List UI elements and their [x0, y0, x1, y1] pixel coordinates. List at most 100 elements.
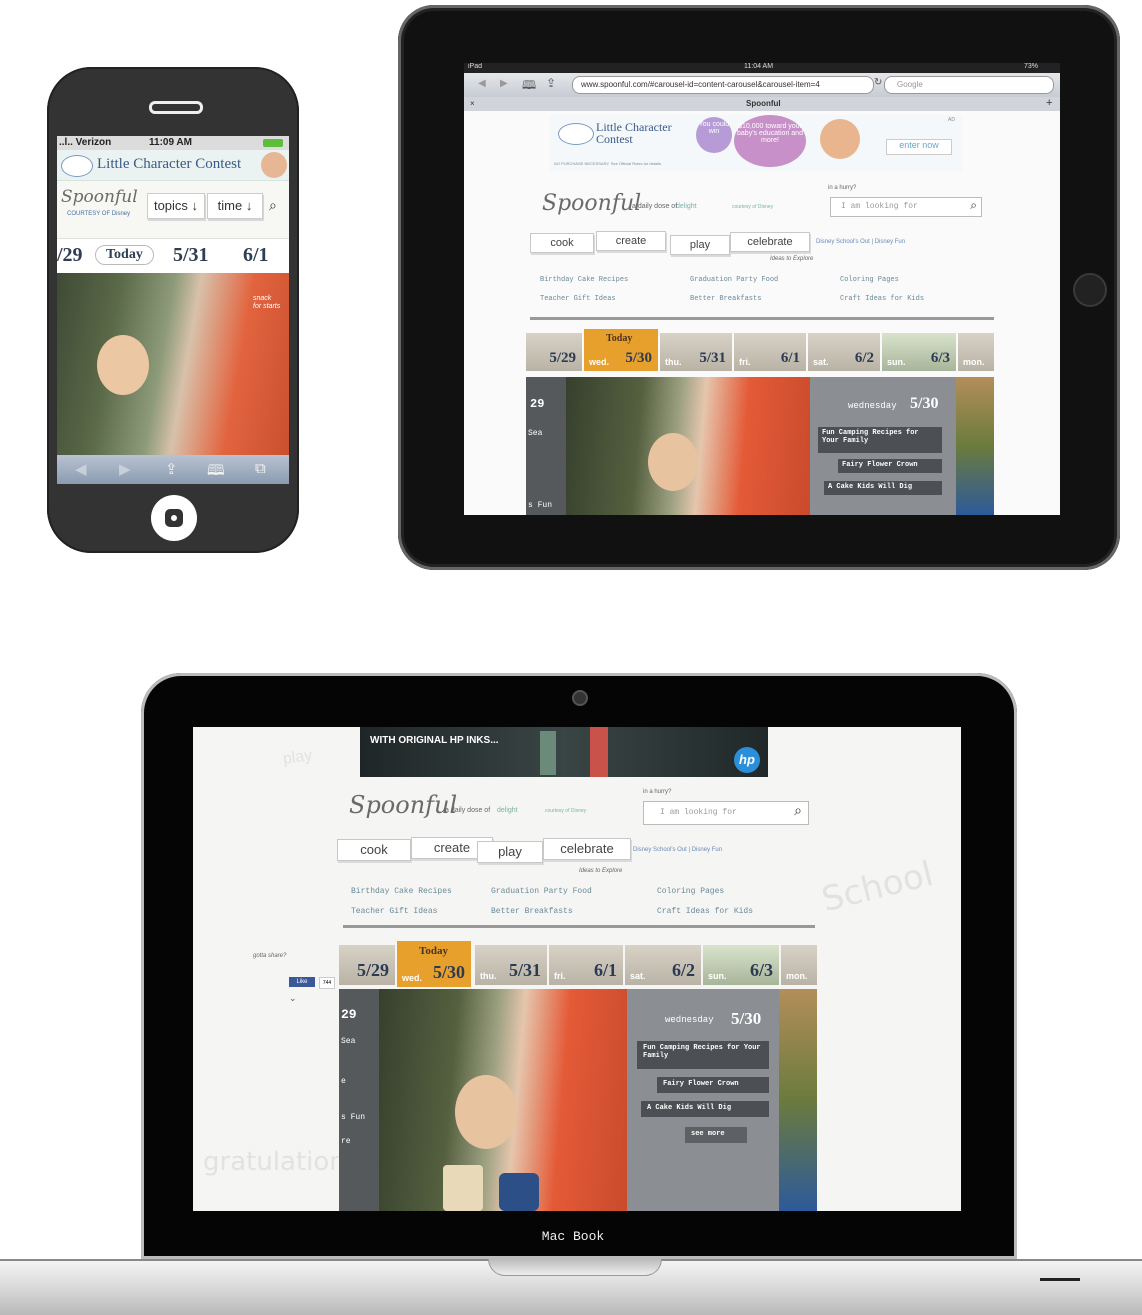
ad-fine-print: NO PURCHASE NECESSARY. See Official Rule…: [554, 161, 663, 166]
next-day-strip[interactable]: [956, 377, 994, 515]
share-icon[interactable]: ⇪: [165, 460, 178, 478]
bookmarks-icon[interactable]: 🕮: [522, 76, 536, 97]
idea-link[interactable]: Coloring Pages: [840, 276, 899, 284]
topics-button[interactable]: topics ↓: [147, 193, 205, 219]
date-tab[interactable]: mon.: [781, 945, 817, 985]
date-tab[interactable]: thu. 5/31: [475, 945, 547, 985]
panel-item[interactable]: A Cake Kids Will Dig: [824, 481, 942, 495]
url-field[interactable]: www.spoonful.com/#carousel-id=content-ca…: [572, 76, 874, 94]
tagline: a daily dose of: [632, 203, 678, 210]
search-input[interactable]: I am looking for ⌕: [643, 801, 809, 825]
close-tab-icon[interactable]: ×: [470, 99, 475, 108]
share-icon[interactable]: ⇪: [546, 76, 556, 90]
today-tab[interactable]: Today: [95, 245, 154, 265]
search-field[interactable]: Google: [884, 76, 1054, 94]
hp-ad[interactable]: WITH ORIGINAL HP INKS... hp: [360, 727, 768, 777]
time-button[interactable]: time ↓: [207, 193, 263, 219]
idea-link[interactable]: Better Breakfasts: [491, 907, 573, 916]
date-tab[interactable]: sun. 6/3: [882, 333, 956, 371]
courtesy-label: courtesy of Disney: [732, 204, 774, 210]
date-tab[interactable]: /29: [57, 244, 83, 267]
hero-photo[interactable]: snack for starts: [57, 273, 289, 455]
girl-face: [455, 1075, 517, 1149]
spoonful-logo[interactable]: Spoonful: [61, 187, 138, 207]
idea-link[interactable]: Graduation Party Food: [491, 887, 592, 896]
chevron-down-icon[interactable]: ⌄: [289, 993, 297, 1004]
date-tab[interactable]: 5/29: [526, 333, 582, 371]
search-input[interactable]: I am looking for ⌕: [830, 197, 982, 217]
date-tab[interactable]: fri. 6/1: [549, 945, 623, 985]
date-tab[interactable]: 5/29: [339, 945, 395, 985]
idea-link[interactable]: Coloring Pages: [657, 887, 724, 896]
contest-ad[interactable]: Little Character Contest You could win $…: [550, 115, 962, 171]
today-tab[interactable]: Today wed. 5/30: [397, 941, 471, 987]
date-tab[interactable]: 5/31: [173, 244, 209, 267]
tagline: a daily dose of: [445, 807, 491, 814]
ideas-header: Ideas to Explore: [579, 868, 623, 874]
nav-celebrate[interactable]: celebrate: [543, 838, 631, 860]
facebook-like-button[interactable]: Like: [289, 977, 315, 987]
camera-icon: [572, 690, 588, 706]
back-arrow-icon[interactable]: ◀: [478, 78, 486, 89]
disney-promo-link[interactable]: Disney School's Out | Disney Fun: [633, 847, 722, 853]
nav-play[interactable]: play: [477, 841, 543, 863]
baby-photo: [820, 119, 860, 159]
clock-label: 11:09 AM: [149, 137, 192, 148]
forward-arrow-icon[interactable]: ▶: [500, 78, 508, 89]
idea-link[interactable]: Teacher Gift Ideas: [351, 907, 437, 916]
iphone-device: ..l.. Verizon 11:09 AM Little Character …: [47, 67, 299, 553]
idea-link[interactable]: Teacher Gift Ideas: [540, 295, 616, 303]
back-arrow-icon[interactable]: ◀: [75, 460, 87, 478]
nav-play[interactable]: play: [670, 235, 730, 255]
panel-item[interactable]: Fun Camping Recipes for Your Family: [637, 1041, 769, 1069]
idea-link[interactable]: Birthday Cake Recipes: [540, 276, 628, 284]
nav-cook[interactable]: cook: [530, 233, 594, 253]
panel-item[interactable]: Fairy Flower Crown: [838, 459, 942, 473]
date-tab[interactable]: mon.: [958, 333, 994, 371]
battery-label: 73%: [1024, 63, 1039, 70]
prev-day-strip[interactable]: 29 Sea e s Fun re: [339, 989, 379, 1211]
macbook-screen: School gratulations play WITH ORIGINAL H…: [193, 727, 961, 1211]
bookmarks-icon[interactable]: 🕮: [207, 460, 225, 484]
nav-create[interactable]: create: [596, 231, 666, 251]
idea-link[interactable]: Craft Ideas for Kids: [657, 907, 753, 916]
hero-photo[interactable]: [379, 989, 627, 1211]
hero-photo[interactable]: [566, 377, 810, 515]
search-icon[interactable]: ⌕: [269, 197, 277, 214]
date-tab[interactable]: sat. 6/2: [808, 333, 880, 371]
new-tab-icon[interactable]: +: [1046, 97, 1052, 109]
home-button[interactable]: [151, 495, 197, 541]
nav-cook[interactable]: cook: [337, 839, 411, 861]
date-tab[interactable]: 6/1: [243, 244, 269, 267]
idea-link[interactable]: Birthday Cake Recipes: [351, 887, 452, 896]
prev-day-strip[interactable]: 29 Sea s Fun: [526, 377, 566, 515]
idea-link[interactable]: Graduation Party Food: [690, 276, 778, 284]
tabs-icon[interactable]: ⧉: [255, 460, 266, 477]
home-button[interactable]: [1073, 273, 1107, 307]
date-tab[interactable]: thu. 5/31: [660, 333, 732, 371]
nav-celebrate[interactable]: celebrate: [730, 232, 810, 252]
disney-promo-link[interactable]: Disney School's Out | Disney Fun: [816, 239, 905, 245]
contest-banner[interactable]: Little Character Contest: [57, 150, 289, 181]
reload-icon[interactable]: ↻: [874, 77, 882, 88]
safari-toolbar: ◀ ▶ ⇪ 🕮 ⧉: [57, 455, 289, 484]
tab-title[interactable]: Spoonful: [746, 99, 781, 108]
spoonful-logo[interactable]: Spoonful: [542, 191, 641, 216]
today-tab[interactable]: Today wed. 5/30: [584, 329, 658, 371]
spoonful-logo[interactable]: Spoonful: [349, 791, 457, 819]
mobile-header: Spoonful COURTESY OF Disney topics ↓ tim…: [57, 181, 289, 231]
iphone-screen: ..l.. Verizon 11:09 AM Little Character …: [57, 136, 289, 484]
next-day-strip[interactable]: [779, 989, 817, 1211]
ideas-header: Ideas to Explore: [770, 256, 814, 262]
forward-arrow-icon[interactable]: ▶: [119, 460, 131, 478]
panel-item[interactable]: Fun Camping Recipes for Your Family: [818, 427, 942, 453]
date-tab[interactable]: fri. 6/1: [734, 333, 806, 371]
date-tab[interactable]: sun. 6/3: [703, 945, 779, 985]
enter-now-button[interactable]: enter now: [886, 139, 952, 155]
panel-item[interactable]: Fairy Flower Crown: [657, 1077, 769, 1093]
panel-item[interactable]: A Cake Kids Will Dig: [641, 1101, 769, 1117]
date-tab[interactable]: sat. 6/2: [625, 945, 701, 985]
idea-link[interactable]: Better Breakfasts: [690, 295, 761, 303]
idea-link[interactable]: Craft Ideas for Kids: [840, 295, 924, 303]
see-more-button[interactable]: see more: [685, 1127, 747, 1143]
